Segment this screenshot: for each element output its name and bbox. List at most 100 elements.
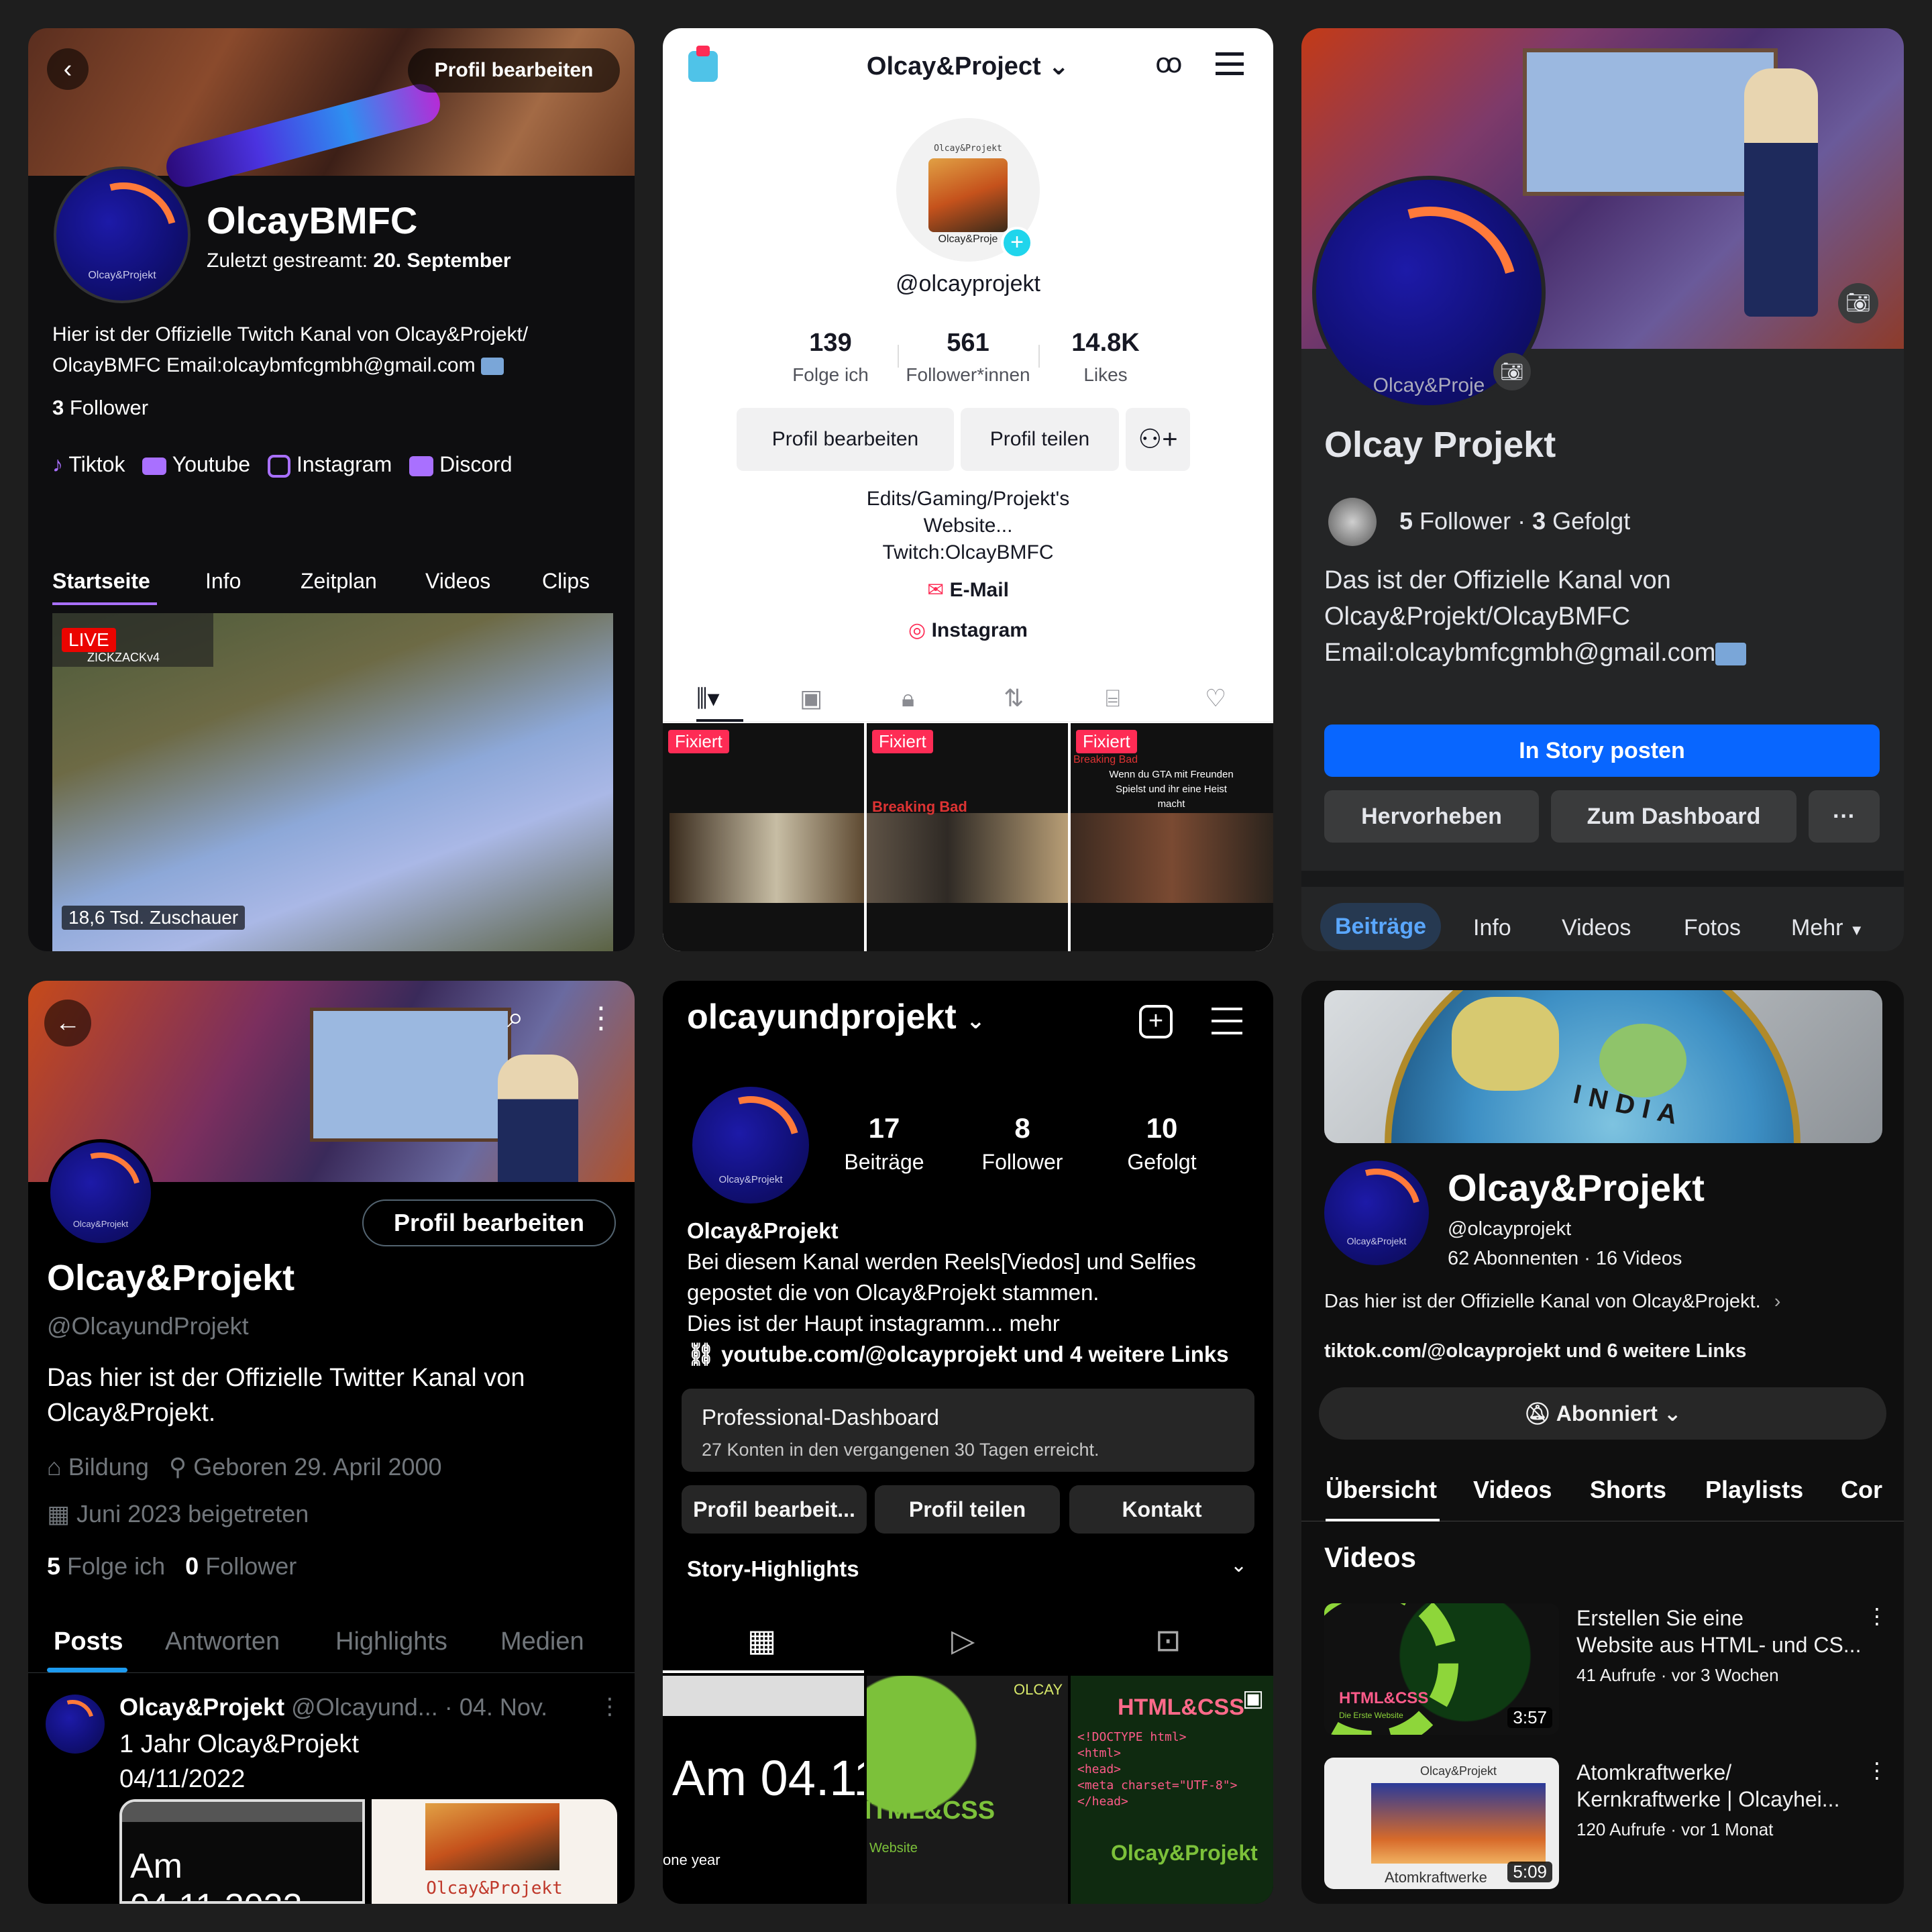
- tab-uebersicht[interactable]: Übersicht: [1326, 1476, 1437, 1504]
- menu-icon[interactable]: [1212, 1008, 1242, 1034]
- search-icon[interactable]: ⌕: [507, 1001, 524, 1034]
- avatar[interactable]: Olcay&Projekt: [1324, 1161, 1429, 1265]
- cover-camera-icon[interactable]: 📷︎: [1838, 283, 1878, 323]
- more-options-icon[interactable]: ···: [1809, 790, 1880, 843]
- tab-antworten[interactable]: Antworten: [165, 1627, 280, 1656]
- create-post-icon[interactable]: +: [1139, 1005, 1173, 1038]
- video-more-icon[interactable]: ⋮: [1866, 1758, 1888, 1783]
- tab-videos[interactable]: Videos: [1562, 915, 1631, 941]
- tab-fotos[interactable]: Fotos: [1684, 915, 1741, 941]
- viewer-count: 18,6 Tsd. Zuschauer: [62, 906, 246, 930]
- tab-beitraege[interactable]: Beiträge: [1320, 903, 1441, 950]
- tagged-icon[interactable]: ⊡: [1155, 1622, 1181, 1658]
- tab-videos[interactable]: Videos: [425, 569, 490, 594]
- video-thumbnail[interactable]: HTML&CSS Die Erste Website 3:57: [1324, 1603, 1559, 1735]
- avatar-camera-icon[interactable]: 📷︎: [1493, 353, 1531, 390]
- video-thumbnail[interactable]: Olcay&Projekt Atomkraftwerke 5:09: [1324, 1758, 1559, 1889]
- tab-shorts[interactable]: Shorts: [1590, 1476, 1666, 1504]
- subscribed-button[interactable]: 🔕︎ Abonniert ⌄: [1319, 1387, 1886, 1440]
- menu-icon[interactable]: [1216, 52, 1244, 75]
- tab-info[interactable]: Info: [205, 569, 241, 594]
- edit-profile-button[interactable]: Profil bearbeiten: [737, 408, 954, 471]
- grid-videos-icon[interactable]: ⫼▾: [696, 684, 720, 713]
- video-thumbnail[interactable]: Breaking Bad Fixiert: [867, 723, 1068, 951]
- tab-zeitplan[interactable]: Zeitplan: [301, 569, 377, 594]
- share-profile-button[interactable]: Profil teilen: [961, 408, 1119, 471]
- tab-mehr[interactable]: Mehr ▼: [1791, 915, 1864, 941]
- tweet-more-icon[interactable]: ⋮: [598, 1693, 621, 1720]
- repost-icon[interactable]: ⇅: [1004, 684, 1024, 712]
- bio-link[interactable]: ⛓ youtube.com/@olcayprojekt und 4 weiter…: [687, 1339, 1264, 1370]
- tab-videos[interactable]: Videos: [1473, 1476, 1552, 1504]
- channel-description[interactable]: Das hier ist der Offizielle Kanal von Ol…: [1324, 1291, 1780, 1313]
- post-thumbnail[interactable]: OLCAY HTML&CSS Website: [867, 1676, 1068, 1904]
- tweet-image[interactable]: Olcay&Projekt: [372, 1799, 617, 1904]
- tiktok-link[interactable]: ♪ Tiktok: [52, 452, 125, 477]
- video-item[interactable]: Olcay&Projekt Atomkraftwerke 5:09 Atomkr…: [1324, 1758, 1888, 1889]
- stat-posts[interactable]: 17 Beiträge: [830, 1112, 938, 1175]
- channel-links[interactable]: tiktok.com/@olcayprojekt und 6 weitere L…: [1324, 1340, 1746, 1362]
- share-profile-button[interactable]: Profil teilen: [875, 1485, 1060, 1534]
- post-thumbnail[interactable]: HTML&CSS <!DOCTYPE html> <html> <head> <met…: [1071, 1676, 1273, 1904]
- stat-following[interactable]: 10 Gefolgt: [1108, 1112, 1216, 1175]
- video-thumbnail[interactable]: Fixiert: [663, 723, 864, 951]
- tweet[interactable]: Olcay&Projekt @Olcayund... · 04. Nov. ⋮ …: [28, 1678, 635, 1904]
- shop-icon[interactable]: ▣: [800, 684, 822, 712]
- instagram-link[interactable]: ◎ Instagram: [663, 619, 1273, 642]
- facebook-tabs: Beiträge Info Videos Fotos Mehr ▼: [1301, 900, 1904, 951]
- video-more-icon[interactable]: ⋮: [1866, 1603, 1888, 1629]
- channel-banner[interactable]: INDIA: [1324, 990, 1882, 1143]
- story-highlights[interactable]: Story-Highlights: [687, 1556, 859, 1582]
- lock-icon[interactable]: 🔒︎: [902, 684, 914, 713]
- video-item[interactable]: HTML&CSS Die Erste Website 3:57 Erstelle…: [1324, 1603, 1888, 1735]
- back-arrow-icon[interactable]: ‹: [47, 48, 89, 90]
- username-dropdown[interactable]: olcayundprojekt ⌄: [687, 997, 985, 1037]
- email-link[interactable]: ✉ E-Mail: [663, 578, 1273, 602]
- follow-stats[interactable]: 5 Follower · 3 Gefolgt: [1399, 507, 1630, 535]
- avatar[interactable]: Olcay&Projekt: [692, 1087, 809, 1203]
- discord-link[interactable]: Discord: [409, 452, 513, 477]
- tab-playlists[interactable]: Playlists: [1705, 1476, 1803, 1504]
- footprints-icon[interactable]: ꝏ: [1155, 48, 1183, 79]
- stat-following[interactable]: 139 Folge ich: [777, 329, 884, 386]
- story-post-button[interactable]: In Story posten: [1324, 724, 1880, 777]
- tab-startseite[interactable]: Startseite: [52, 569, 150, 594]
- stat-followers[interactable]: 8 Follower: [969, 1112, 1076, 1175]
- live-stream-thumbnail[interactable]: ZICKZACKv4 LIVE 18,6 Tsd. Zuschauer: [52, 613, 613, 951]
- page-name: Olcay Projekt: [1324, 425, 1556, 465]
- liked-icon[interactable]: ♡: [1205, 684, 1226, 712]
- chevron-down-icon[interactable]: ⌄: [1230, 1554, 1247, 1577]
- add-friend-icon[interactable]: ⚇+: [1126, 408, 1190, 471]
- highlight-button[interactable]: Hervorheben: [1324, 790, 1539, 843]
- professional-dashboard[interactable]: Professional-Dashboard 27 Konten in den …: [682, 1389, 1254, 1472]
- grid-icon[interactable]: ▦: [747, 1622, 776, 1658]
- instagram-profile-panel: olcayundprojekt ⌄ + Olcay&Projekt 17 Beit…: [663, 981, 1273, 1904]
- tab-highlights[interactable]: Highlights: [335, 1627, 447, 1656]
- dashboard-button[interactable]: Zum Dashboard: [1551, 790, 1796, 843]
- video-thumbnail[interactable]: Breaking Bad Wenn du GTA mit Freunden Sp…: [1071, 723, 1273, 951]
- back-arrow-icon[interactable]: ←: [44, 1000, 91, 1046]
- tab-medien[interactable]: Medien: [500, 1627, 584, 1656]
- edit-profile-button[interactable]: Profil bearbeiten: [408, 48, 620, 93]
- edit-profile-button[interactable]: Profil bearbeiten: [362, 1199, 616, 1246]
- youtube-link[interactable]: Youtube: [142, 452, 250, 477]
- tab-info[interactable]: Info: [1473, 915, 1511, 941]
- tab-posts[interactable]: Posts: [54, 1627, 123, 1656]
- edit-profile-button[interactable]: Profil bearbeit...: [682, 1485, 867, 1534]
- tweet-image[interactable]: Am 04.11.2022: [119, 1799, 365, 1904]
- reels-icon[interactable]: ▷: [951, 1622, 975, 1658]
- video-grid: Fixiert Breaking Bad Fixiert Breaking Ba…: [663, 723, 1273, 951]
- video-caption-top: Breaking Bad: [1073, 754, 1138, 765]
- stat-followers[interactable]: 561 Follower*innen: [898, 329, 1038, 386]
- post-thumbnail[interactable]: Am 04.11 one year: [663, 1676, 864, 1904]
- stat-likes[interactable]: 14.8K Likes: [1052, 329, 1159, 386]
- contact-button[interactable]: Kontakt: [1069, 1485, 1254, 1534]
- tab-clips[interactable]: Clips: [542, 569, 590, 594]
- instagram-link[interactable]: Instagram: [268, 452, 392, 478]
- follow-stats[interactable]: 5 Folge ich 0 Follower: [47, 1552, 297, 1580]
- favorites-icon[interactable]: ⌸: [1106, 684, 1120, 713]
- tab-community[interactable]: Cor: [1841, 1476, 1882, 1504]
- more-options-icon[interactable]: ⋮: [586, 1001, 616, 1035]
- add-avatar-icon[interactable]: +: [1001, 227, 1033, 259]
- avatar[interactable]: Olcay&Projekt: [47, 1139, 154, 1246]
